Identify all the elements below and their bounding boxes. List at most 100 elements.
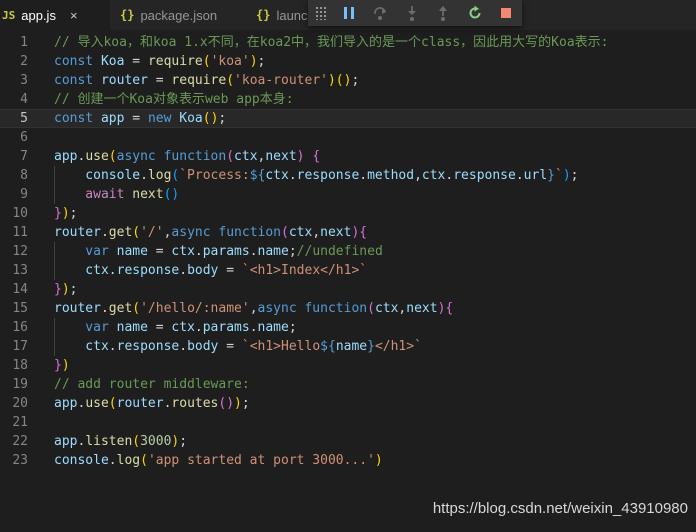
step-over-icon [374, 7, 387, 20]
code-line[interactable]: 12 var name = ctx.params.name;//undefine… [0, 242, 696, 261]
code-token: ${ [249, 168, 266, 183]
code-text: var name = ctx.params.name; [54, 318, 296, 337]
stop-button[interactable] [490, 0, 522, 26]
code-line[interactable]: 18}) [0, 356, 696, 375]
restart-button[interactable] [459, 0, 491, 26]
code-token: ctx [234, 149, 258, 164]
pause-button[interactable] [333, 0, 365, 26]
code-line[interactable]: 23 console.log('app started at port 3000.… [0, 451, 696, 470]
code-token: ctx [171, 244, 195, 259]
line-number: 6 [20, 130, 28, 145]
code-line[interactable]: 19 // add router middleware: [0, 375, 696, 394]
code-line[interactable]: 2 const Koa = require('koa'); [0, 52, 696, 71]
code-token: ( [202, 54, 211, 69]
json-file-icon: {} [256, 8, 271, 22]
code-token: ( [108, 149, 117, 164]
code-line[interactable]: 21 [0, 413, 696, 432]
code-editor[interactable]: 1 // 导入koa，和koa 1.x不同，在koa2中，我们导入的是一个clas… [0, 33, 696, 470]
code-token: , [312, 225, 321, 240]
close-icon[interactable]: × [70, 8, 78, 23]
code-text: ctx.response.body = `<h1>Index</h1>` [54, 261, 367, 280]
code-token: '/hello/:name' [140, 301, 250, 316]
code-token: ctx [171, 320, 195, 335]
code-token: ; [257, 54, 266, 69]
code-line[interactable]: 13 ctx.response.body = `<h1>Index</h1>` [0, 261, 696, 280]
code-token: new [147, 111, 180, 126]
line-number: 17 [12, 339, 28, 354]
line-number: 5 [20, 111, 28, 126]
code-token: = [124, 111, 148, 126]
code-line[interactable]: 5 const app = new Koa(); [0, 109, 696, 128]
code-token: ( [335, 73, 344, 88]
code-token: ( [140, 453, 148, 468]
code-line[interactable]: 15 router.get('/hello/:name',async functi… [0, 299, 696, 318]
code-token: } [54, 206, 62, 221]
code-token: , [414, 168, 422, 183]
code-token: function [304, 301, 368, 316]
code-token: await [54, 187, 133, 202]
code-token: ( [132, 301, 141, 316]
code-token: `<h1>Hello [241, 339, 321, 354]
code-token: . [359, 168, 368, 183]
code-token: //undefined [296, 244, 383, 259]
code-line[interactable]: 3 const router = require('koa-router')(); [0, 71, 696, 90]
step-into-button[interactable] [396, 0, 428, 26]
code-text: const app = new Koa(); [54, 110, 226, 127]
restart-icon [469, 5, 481, 19]
code-text: const router = require('koa-router')(); [54, 71, 359, 90]
code-text: }); [54, 204, 77, 223]
code-text: app.use(async function(ctx,next) { [54, 147, 320, 166]
code-token: `Process: [179, 168, 250, 183]
code-token: url [523, 168, 548, 183]
step-out-button[interactable] [427, 0, 459, 26]
code-token: body [187, 263, 219, 278]
javascript-file-icon: JS [2, 8, 16, 22]
code-token: response [116, 339, 180, 354]
code-text: // add router middleware: [54, 375, 250, 394]
code-line[interactable]: 17 ctx.response.body = `<h1>Hello${name}… [0, 337, 696, 356]
code-token: . [515, 168, 524, 183]
line-number: 2 [20, 54, 28, 69]
pause-icon [343, 7, 354, 19]
code-line[interactable]: 4 // 创建一个Koa对象表示web app本身: [0, 90, 696, 109]
code-text: // 导入koa，和koa 1.x不同，在koa2中，我们导入的是一个class… [54, 33, 609, 52]
code-token: ; [218, 111, 227, 126]
code-line[interactable]: 11 router.get('/',async function(ctx,next… [0, 223, 696, 242]
code-line[interactable]: 7 app.use(async function(ctx,next) { [0, 147, 696, 166]
tab-app-js[interactable]: JS app.js × [0, 0, 110, 30]
code-token: ( [132, 225, 141, 240]
code-line[interactable]: 20 app.use(router.routes()); [0, 394, 696, 413]
code-token: router [100, 73, 148, 88]
drag-handle-icon[interactable] [315, 6, 327, 20]
step-over-button[interactable] [364, 0, 396, 26]
code-token: ctx [54, 339, 109, 354]
code-line[interactable]: 16 var name = ctx.params.name; [0, 318, 696, 337]
code-line[interactable]: 9 await next() [0, 185, 696, 204]
code-line[interactable]: 14}); [0, 280, 696, 299]
code-token: var [54, 320, 117, 335]
code-token: ; [241, 396, 250, 411]
code-token: router [54, 301, 101, 316]
code-token: ctx [374, 301, 399, 316]
code-token: app [100, 111, 125, 126]
code-token: name [335, 339, 368, 354]
line-number: 11 [12, 225, 28, 240]
code-line[interactable]: 22 app.listen(3000); [0, 432, 696, 451]
code-line[interactable]: 6 [0, 128, 696, 147]
tab-launch-json[interactable]: {} launch [246, 0, 308, 30]
code-line[interactable]: 10}); [0, 204, 696, 223]
code-token: </h1>` [374, 339, 422, 354]
code-line[interactable]: 1 // 导入koa，和koa 1.x不同，在koa2中，我们导入的是一个clas… [0, 33, 696, 52]
code-token: = [147, 244, 172, 259]
code-token: app [54, 434, 78, 449]
line-number: 15 [12, 301, 28, 316]
line-number: 20 [12, 396, 28, 411]
code-line[interactable]: 8 console.log(`Process:${ctx.response.me… [0, 166, 696, 185]
code-token: log [116, 453, 141, 468]
line-number: 14 [12, 282, 28, 297]
line-number: 23 [12, 453, 28, 468]
code-token: Koa [179, 111, 203, 126]
tab-package-json[interactable]: {} package.json [110, 0, 246, 30]
code-token: get [108, 225, 133, 240]
code-token: use [85, 396, 109, 411]
